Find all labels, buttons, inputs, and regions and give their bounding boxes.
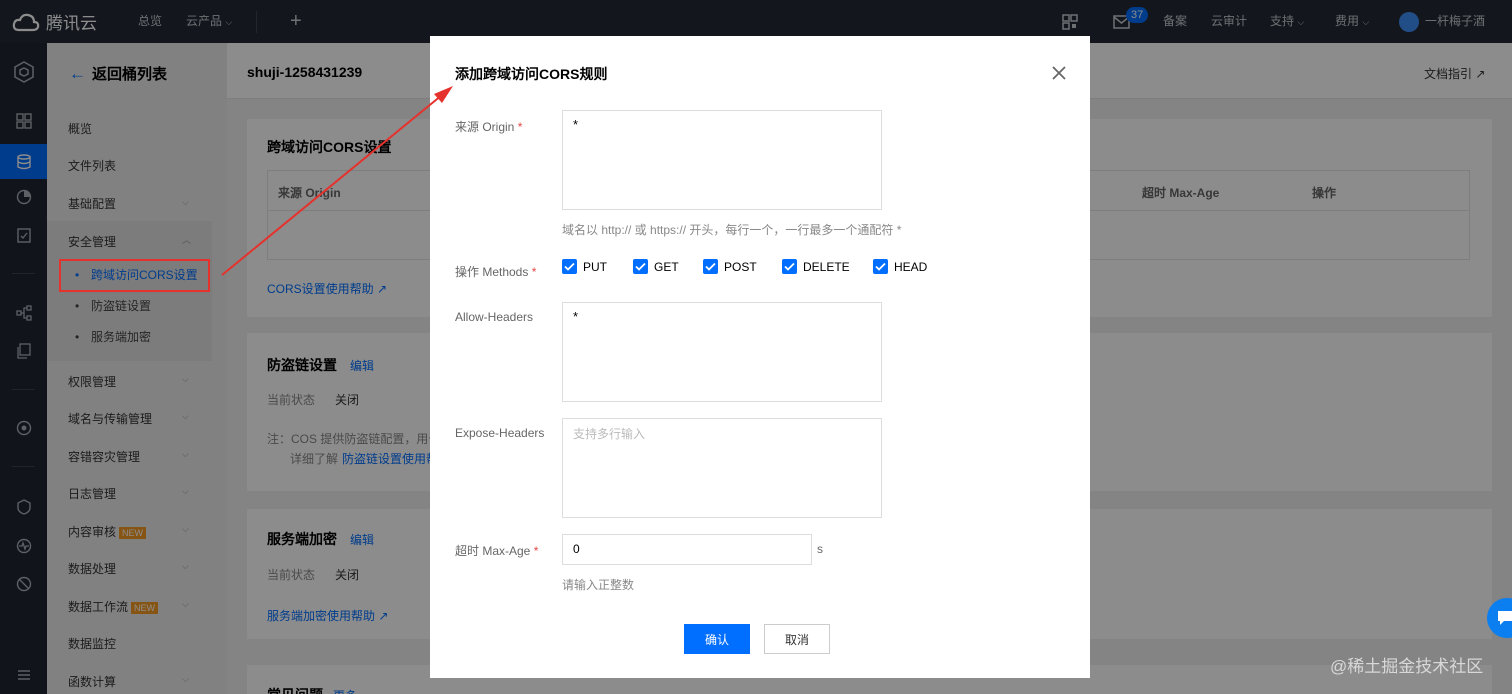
watermark: @稀土掘金技术社区 [1330, 657, 1484, 676]
annotation-arrow [221, 86, 453, 276]
